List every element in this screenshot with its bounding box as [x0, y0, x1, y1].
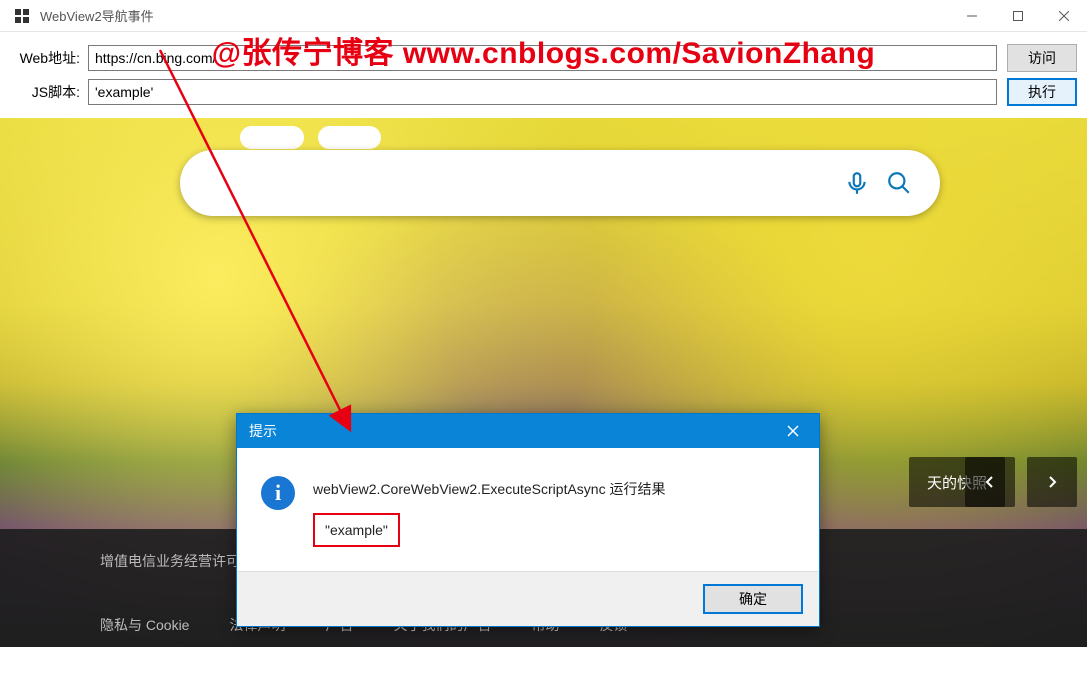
dialog-titlebar[interactable]: 提示 [237, 414, 819, 448]
dialog-result: "example" [313, 513, 400, 548]
close-button[interactable] [1041, 0, 1087, 32]
toolbar: Web地址: 访问 JS脚本: 执行 [0, 32, 1087, 118]
microphone-icon[interactable] [842, 168, 872, 198]
bing-chip-1[interactable] [240, 126, 304, 149]
bing-top-buttons [240, 126, 381, 149]
execute-button[interactable]: 执行 [1007, 78, 1077, 106]
url-input[interactable] [88, 45, 997, 71]
window-controls [949, 0, 1087, 32]
js-input[interactable] [88, 79, 997, 105]
minimize-button[interactable] [949, 0, 995, 32]
dialog-message: webView2.CoreWebView2.ExecuteScriptAsync… [313, 476, 665, 547]
dialog-close-button[interactable] [779, 417, 807, 445]
dialog-ok-button[interactable]: 确定 [703, 584, 803, 614]
bing-chip-2[interactable] [318, 126, 382, 149]
url-label: Web地址: [10, 48, 88, 68]
dialog-title: 提示 [249, 421, 277, 441]
webview-area: 天的快照 增值电信业务经营许可证：合字B2-20090007 京ICP备1003… [0, 118, 1087, 647]
window-title: WebView2导航事件 [40, 6, 154, 25]
js-label: JS脚本: [10, 82, 88, 102]
dialog-line1: webView2.CoreWebView2.ExecuteScriptAsync… [313, 476, 665, 503]
message-dialog: 提示 i webView2.CoreWebView2.ExecuteScript… [236, 413, 820, 627]
app-icon [10, 4, 34, 28]
info-icon: i [261, 476, 295, 510]
maximize-button[interactable] [995, 0, 1041, 32]
footer-link[interactable]: 隐私与 Cookie [100, 615, 189, 635]
titlebar: WebView2导航事件 [0, 0, 1087, 32]
bing-search-bar[interactable] [180, 150, 940, 216]
next-image-button[interactable] [1027, 457, 1077, 507]
visit-button[interactable]: 访问 [1007, 44, 1077, 72]
search-icon[interactable] [884, 168, 914, 198]
prev-image-button[interactable] [965, 457, 1015, 507]
